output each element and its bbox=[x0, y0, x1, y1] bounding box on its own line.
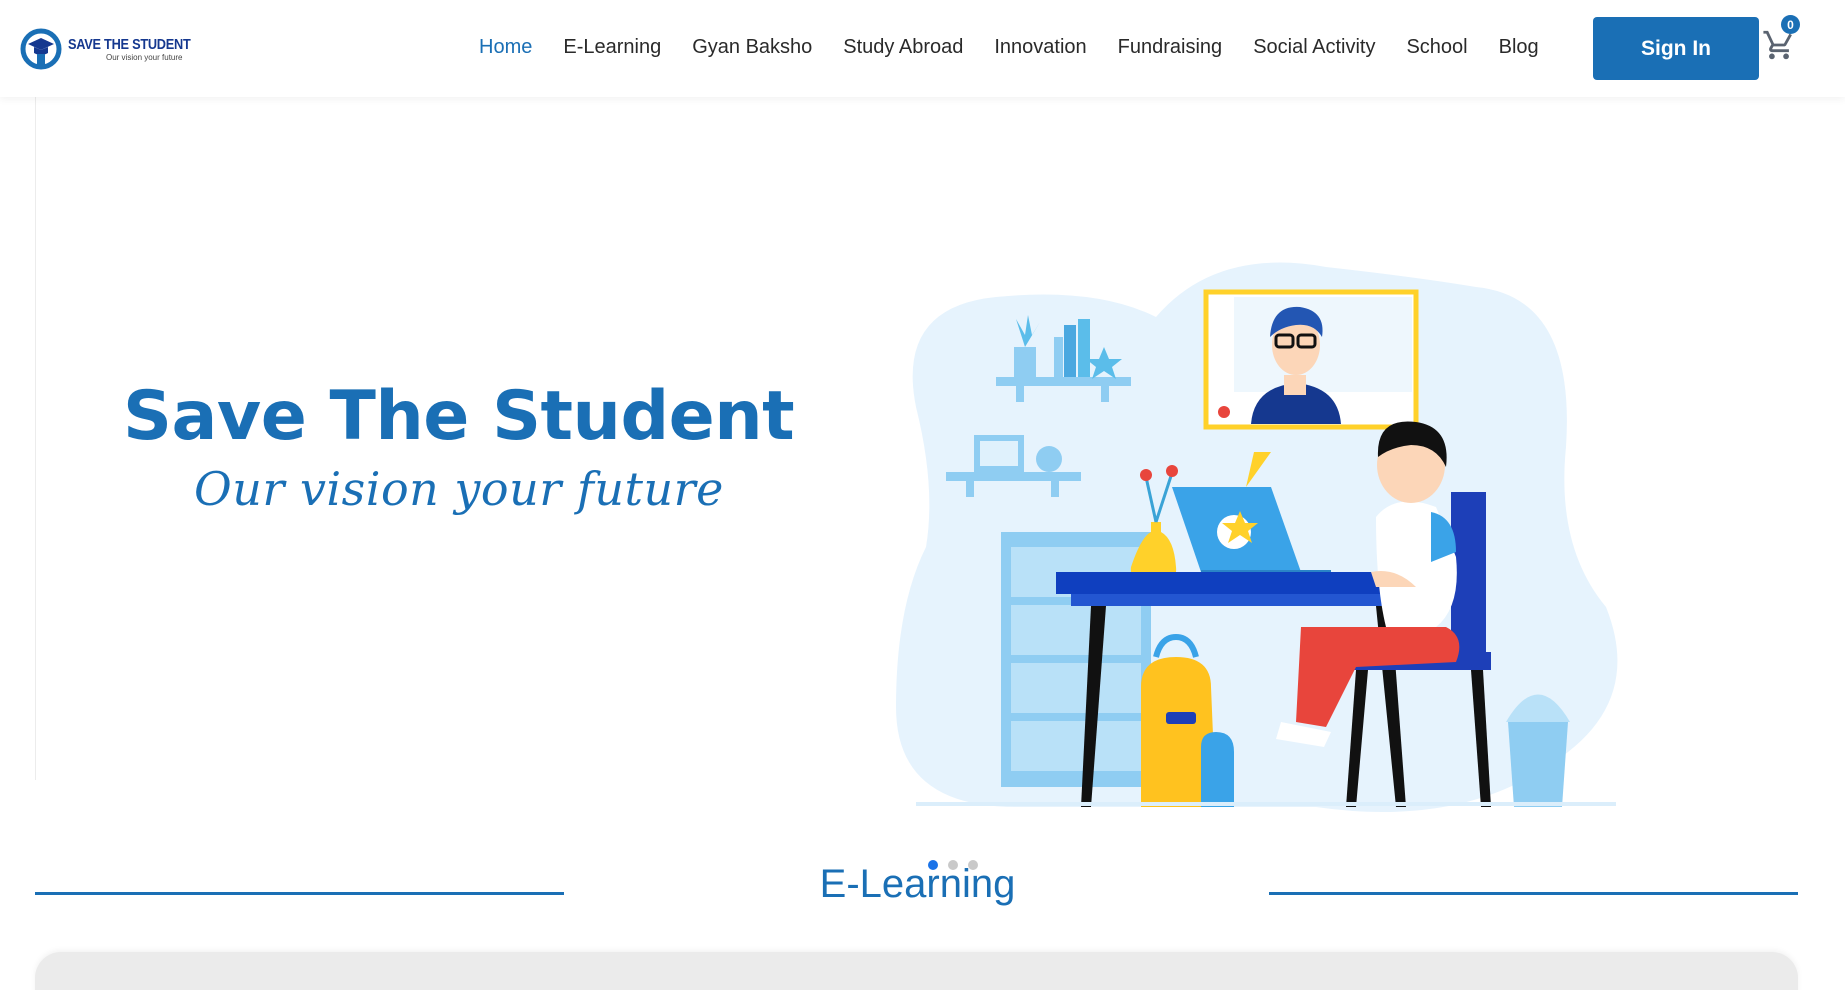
nav-item-home[interactable]: Home bbox=[479, 36, 532, 59]
brand-tagline: Our vision your future bbox=[106, 52, 183, 62]
nav-item-e-learning[interactable]: E-Learning bbox=[563, 36, 661, 59]
sign-in-button[interactable]: Sign In bbox=[1593, 17, 1759, 80]
site-header: SAVE THE STUDENT Our vision your future … bbox=[0, 0, 1845, 97]
nav-item-fundraising[interactable]: Fundraising bbox=[1118, 36, 1223, 59]
brand-name: SAVE THE STUDENT bbox=[68, 35, 191, 53]
nav-item-gyan-baksho[interactable]: Gyan Baksho bbox=[692, 36, 812, 59]
section-divider-left bbox=[35, 892, 564, 895]
section-title: E-Learning bbox=[819, 862, 1016, 906]
section-divider-right bbox=[1269, 892, 1798, 895]
site-logo[interactable]: SAVE THE STUDENT Our vision your future bbox=[20, 27, 212, 71]
nav-item-social-activity[interactable]: Social Activity bbox=[1253, 36, 1375, 59]
nav-item-innovation[interactable]: Innovation bbox=[994, 36, 1086, 59]
nav-item-blog[interactable]: Blog bbox=[1499, 36, 1539, 59]
hero-subtitle: Our vision your future bbox=[194, 462, 724, 516]
nav-item-study-abroad[interactable]: Study Abroad bbox=[843, 36, 963, 59]
hero-title: Save The Student bbox=[123, 377, 795, 456]
e-learning-card bbox=[35, 952, 1798, 990]
graduation-cap-logo-icon bbox=[20, 28, 62, 70]
nav-item-school[interactable]: School bbox=[1406, 36, 1467, 59]
online-learning-illustration bbox=[896, 262, 1618, 812]
main-nav: Home E-Learning Gyan Baksho Study Abroad… bbox=[479, 36, 1570, 59]
hero-slider: Save The Student Our vision your future bbox=[35, 97, 1798, 870]
cart-count-badge: 0 bbox=[1781, 15, 1800, 34]
